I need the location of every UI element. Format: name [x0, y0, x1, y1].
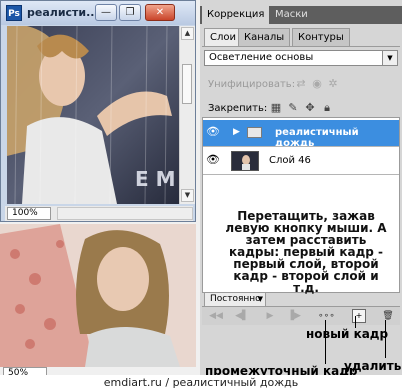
- blend-mode-value: Осветление основы: [209, 52, 314, 63]
- expand-triangle-icon[interactable]: ▶: [233, 127, 240, 137]
- tween-icon[interactable]: ∘∘∘: [318, 309, 335, 323]
- instruction-text: Перетащить, зажав левую кнопку мыши. А з…: [225, 209, 387, 295]
- minimize-button[interactable]: —: [95, 4, 117, 21]
- loop-label: Постоянно: [210, 294, 261, 304]
- unify-visibility-icon[interactable]: ◉: [311, 78, 323, 90]
- prev-frame-icon[interactable]: ◀▌: [234, 309, 250, 323]
- tab-channels[interactable]: Каналы: [238, 28, 291, 46]
- first-frame-icon[interactable]: ◀◀: [208, 309, 224, 323]
- tab-adjustments[interactable]: Коррекция: [202, 6, 270, 24]
- layer-tab-bar: Слои Каналы Контуры: [202, 28, 400, 47]
- trash-icon[interactable]: 🗑︎: [380, 309, 396, 323]
- lock-transparent-icon[interactable]: ▦: [270, 102, 282, 114]
- eye-icon[interactable]: 👁︎: [205, 125, 221, 139]
- move-icon[interactable]: ✥: [304, 102, 316, 114]
- folder-icon: [247, 127, 262, 138]
- svg-text:E M: E M: [135, 167, 176, 191]
- annotation-new-frame: новый кадр: [306, 327, 389, 341]
- window-titlebar[interactable]: Ps реалисти... — ❐ ✕: [1, 1, 195, 25]
- chevron-down-icon: ▼: [257, 295, 263, 303]
- second-document-image[interactable]: [0, 224, 196, 367]
- chevron-down-icon: ▼: [382, 51, 397, 65]
- scroll-thumb[interactable]: [182, 64, 192, 104]
- annotation-arrow: [385, 320, 386, 358]
- zoom-field[interactable]: 100%: [7, 207, 51, 220]
- photoshop-icon: Ps: [6, 5, 22, 21]
- horizontal-scrollbar[interactable]: [57, 207, 193, 220]
- tab-layers[interactable]: Слои: [204, 28, 242, 46]
- restore-button[interactable]: ❐: [119, 4, 141, 21]
- blend-mode-select[interactable]: Осветление основы ▼: [204, 50, 398, 66]
- scroll-down-icon[interactable]: ▼: [181, 189, 194, 202]
- lock-icon[interactable]: 🔒︎: [321, 102, 333, 114]
- vertical-scrollbar[interactable]: ▲ ▼: [179, 26, 195, 204]
- top-tab-bar: Коррекция Маски: [200, 6, 402, 24]
- annotation-arrow: [325, 320, 326, 364]
- close-button[interactable]: ✕: [145, 4, 175, 21]
- eye-icon[interactable]: 👁︎: [205, 153, 221, 167]
- document-canvas-image[interactable]: E M: [7, 26, 179, 204]
- footer-caption: emdiart.ru / реалистичный дождь: [0, 375, 402, 391]
- unify-style-icon[interactable]: ✲: [327, 78, 339, 90]
- tab-paths[interactable]: Контуры: [292, 28, 350, 46]
- layer-row-group[interactable]: 👁︎ ▶ реалистичный дождь: [203, 120, 399, 149]
- unify-label: Унифицировать:: [208, 79, 296, 90]
- tab-masks[interactable]: Маски: [270, 6, 313, 24]
- layer-name: Слой 46: [269, 155, 311, 166]
- play-icon[interactable]: ▶: [262, 309, 278, 323]
- lock-label: Закрепить:: [208, 103, 268, 114]
- row-divider: [203, 146, 399, 147]
- brush-icon[interactable]: ✎: [287, 102, 299, 114]
- unify-position-icon[interactable]: ⇄: [295, 78, 307, 90]
- layer-thumbnail: [231, 151, 259, 171]
- window-title: реалисти...: [27, 6, 99, 19]
- annotation-delete: удалить: [344, 359, 402, 373]
- scroll-up-icon[interactable]: ▲: [181, 27, 194, 40]
- row-divider: [203, 174, 399, 175]
- layer-row[interactable]: 👁︎ Слой 46: [203, 148, 399, 174]
- next-frame-icon[interactable]: ▐▶: [286, 309, 302, 323]
- annotation-arrow: [355, 316, 356, 328]
- status-bar: 100%: [5, 206, 193, 221]
- loop-select[interactable]: Постоянно ▼: [204, 292, 266, 306]
- document-window: Ps реалисти... — ❐ ✕ E M ▲ ▼ 100%: [0, 0, 196, 222]
- animation-toolbar: ◀◀ ◀▌ ▶ ▐▶ ∘∘∘ + 🗑︎: [202, 306, 400, 325]
